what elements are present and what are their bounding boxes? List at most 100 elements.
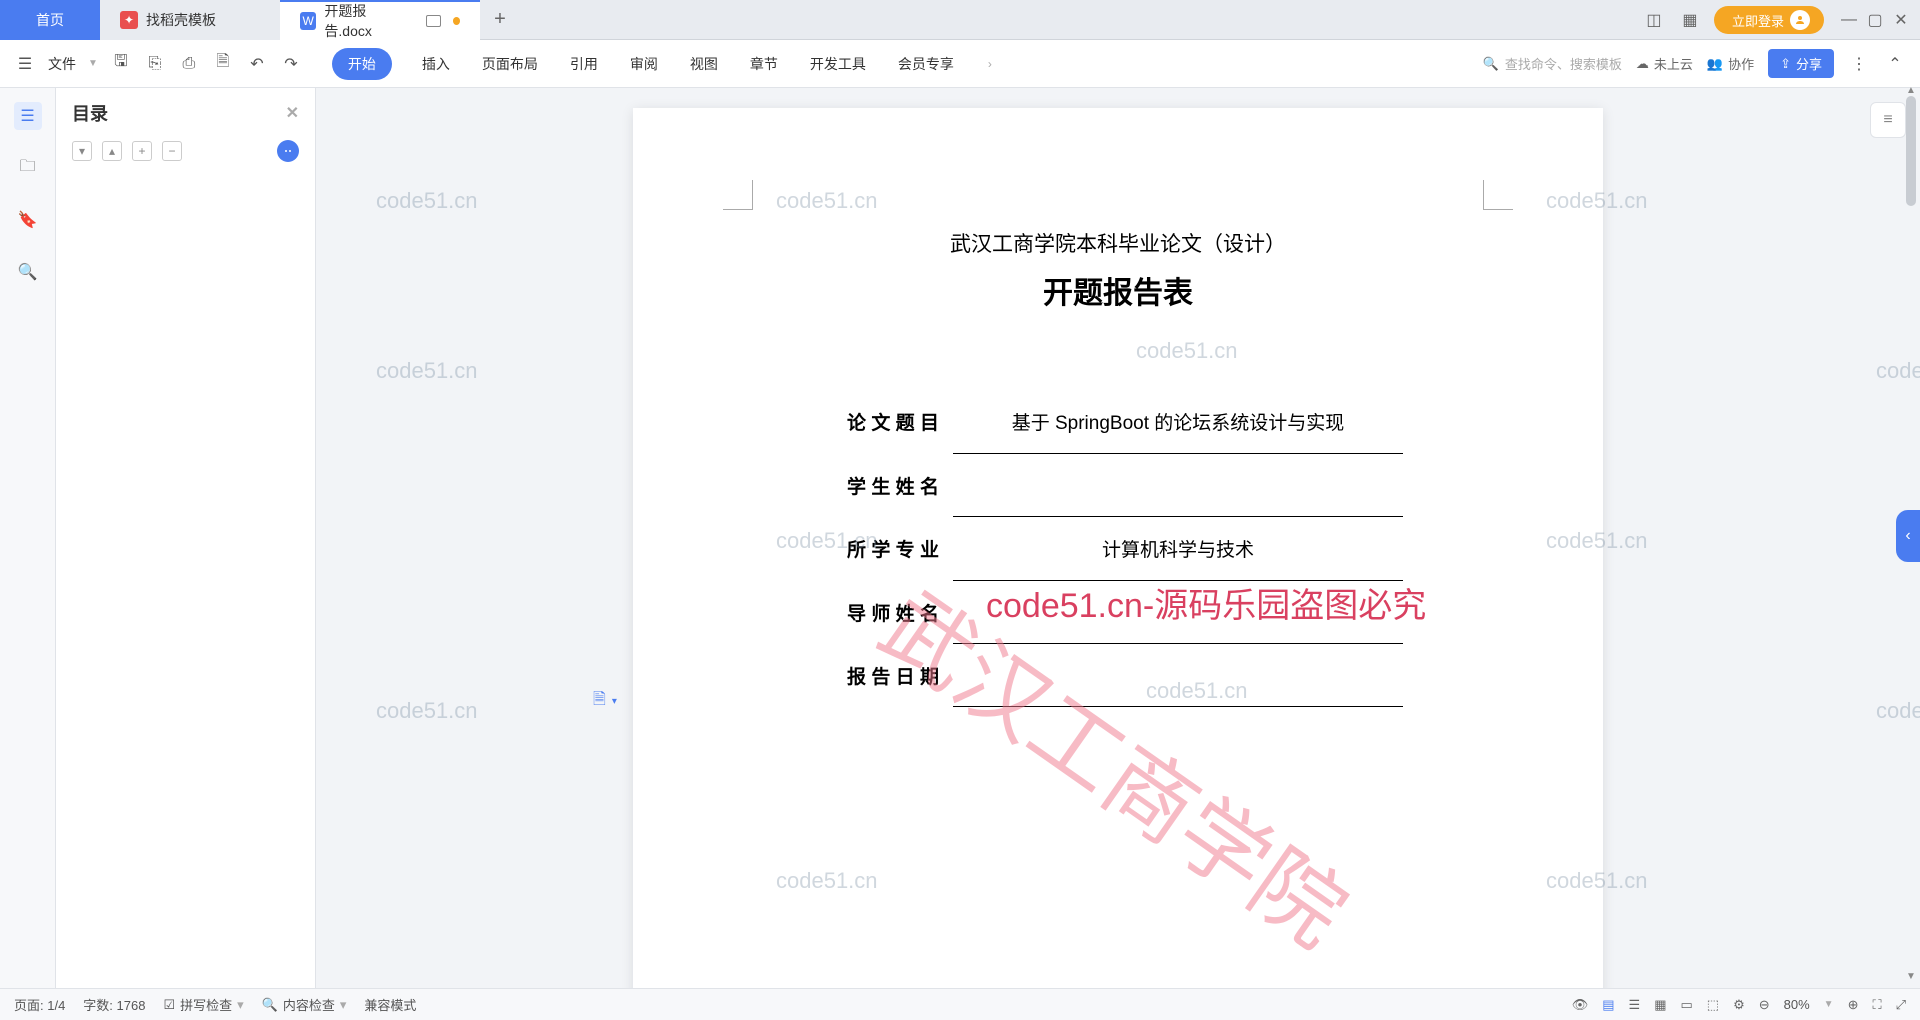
collab-button[interactable]: 👥协作 bbox=[1707, 54, 1754, 73]
fullscreen-icon[interactable]: ⤢ bbox=[1896, 997, 1906, 1013]
minimize-button[interactable]: — bbox=[1838, 9, 1860, 31]
fit-page-icon[interactable]: ⛶ bbox=[1872, 997, 1881, 1013]
document-page[interactable]: 武汉工商学院本科毕业论文（设计） 开题报告表 论文题目基于 SpringBoot… bbox=[633, 108, 1603, 988]
compat-mode[interactable]: 兼容模式 bbox=[364, 995, 416, 1014]
table-row: 论文题目基于 SpringBoot 的论坛系统设计与实现 bbox=[833, 390, 1403, 454]
cloud-icon: ☁ bbox=[1636, 56, 1649, 72]
page-view-icon[interactable]: ▤ bbox=[1602, 997, 1614, 1013]
bookmark-icon[interactable]: 🔖 bbox=[14, 206, 42, 234]
tab-templates[interactable]: ✦ 找稻壳模板 bbox=[100, 0, 280, 40]
eye-icon[interactable]: 👁 bbox=[1572, 997, 1589, 1013]
ribbon-tab-chapter[interactable]: 章节 bbox=[748, 48, 780, 80]
login-button[interactable]: 立即登录 bbox=[1714, 6, 1824, 34]
remove-heading-button[interactable]: − bbox=[162, 141, 182, 161]
zoom-in-button[interactable]: ⊕ bbox=[1848, 997, 1859, 1013]
new-icon[interactable]: ⎘ bbox=[144, 53, 166, 75]
maximize-button[interactable]: ▢ bbox=[1864, 9, 1886, 31]
field-label: 导师姓名 bbox=[833, 581, 953, 644]
doc-subtitle: 武汉工商学院本科毕业论文（设计） bbox=[723, 228, 1513, 258]
outline-icon[interactable]: ☰ bbox=[14, 102, 42, 130]
spellcheck-icon: ☑ bbox=[163, 997, 175, 1013]
zoom-level[interactable]: 80% bbox=[1784, 997, 1810, 1012]
field-label: 学生姓名 bbox=[833, 454, 953, 517]
watermark: code51.cn bbox=[376, 698, 478, 724]
scroll-up-icon[interactable]: ▲ bbox=[1905, 84, 1917, 96]
ribbon-tab-layout[interactable]: 页面布局 bbox=[480, 48, 540, 80]
settings-icon[interactable]: ⚙ bbox=[1733, 997, 1745, 1013]
field-value[interactable] bbox=[953, 581, 1403, 644]
watermark: code51.cn bbox=[376, 188, 478, 214]
collapse-ribbon-icon[interactable]: ⌃ bbox=[1884, 53, 1906, 75]
menu-icon[interactable]: ☰ bbox=[14, 53, 36, 75]
ribbon-tab-reference[interactable]: 引用 bbox=[568, 48, 600, 80]
ribbon-tab-view[interactable]: 视图 bbox=[688, 48, 720, 80]
split-view-icon[interactable]: ◫ bbox=[1642, 8, 1666, 32]
tab-home[interactable]: 首页 bbox=[0, 0, 100, 40]
field-value[interactable] bbox=[953, 454, 1403, 517]
ribbon-tab-member[interactable]: 会员专享 bbox=[896, 48, 956, 80]
panel-close-button[interactable]: ✕ bbox=[286, 103, 299, 123]
panel-title: 目录 bbox=[72, 100, 108, 126]
ribbon-tab-review[interactable]: 审阅 bbox=[628, 48, 660, 80]
chevron-down-icon: ▼ bbox=[88, 58, 98, 69]
close-button[interactable]: ✕ bbox=[1890, 9, 1912, 31]
add-heading-button[interactable]: + bbox=[132, 141, 152, 161]
undo-button[interactable]: ↶ bbox=[246, 53, 268, 75]
search-placeholder: 查找命令、搜索模板 bbox=[1505, 54, 1622, 73]
more-icon[interactable]: ⋮ bbox=[1848, 53, 1870, 75]
table-row: 报告日期 bbox=[833, 644, 1403, 707]
left-rail: ☰ 🗀 🔖 🔍 bbox=[0, 88, 56, 988]
scroll-down-icon[interactable]: ▼ bbox=[1905, 970, 1917, 982]
vertical-scrollbar[interactable]: ▲ ▼ bbox=[1904, 88, 1918, 978]
ribbon-more-icon[interactable]: › bbox=[988, 57, 992, 71]
main-toolbar: ☰ 文件 ▼ 🖫 ⎘ ⎙ 🗎 ↶ ↷ 开始 插入 页面布局 引用 审阅 视图 章… bbox=[0, 40, 1920, 88]
redo-button[interactable]: ↷ bbox=[280, 53, 302, 75]
web-view-icon[interactable]: ▦ bbox=[1654, 997, 1666, 1013]
cloud-status[interactable]: ☁未上云 bbox=[1636, 54, 1693, 73]
collab-icon: 👥 bbox=[1707, 56, 1723, 72]
tab-add-button[interactable]: + bbox=[480, 0, 520, 40]
page-indicator[interactable]: 页面: 1/4 bbox=[14, 995, 65, 1014]
field-value[interactable]: 基于 SpringBoot 的论坛系统设计与实现 bbox=[953, 390, 1403, 454]
table-row: 所学专业计算机科学与技术 bbox=[833, 517, 1403, 581]
tab-document[interactable]: W 开题报告.docx bbox=[280, 0, 480, 40]
zoom-out-button[interactable]: ⊖ bbox=[1759, 997, 1770, 1013]
ribbon-tab-start[interactable]: 开始 bbox=[332, 48, 392, 80]
login-label: 立即登录 bbox=[1732, 11, 1784, 30]
floating-doc-icon[interactable]: 🗎 ▾ bbox=[593, 688, 617, 715]
folder-icon[interactable]: 🗀 bbox=[14, 154, 42, 182]
ribbon-tabs: 开始 插入 页面布局 引用 审阅 视图 章节 开发工具 会员专享 › bbox=[332, 48, 992, 80]
word-icon: W bbox=[300, 12, 316, 30]
field-value[interactable]: 计算机科学与技术 bbox=[953, 517, 1403, 581]
table-row: 导师姓名 bbox=[833, 581, 1403, 644]
collapse-all-button[interactable]: ▴ bbox=[102, 141, 122, 161]
layout-view-icon[interactable]: ▭ bbox=[1680, 997, 1692, 1013]
avatar-icon bbox=[1790, 10, 1810, 30]
outline-view-icon[interactable]: ☰ bbox=[1629, 997, 1641, 1013]
file-menu[interactable]: 文件 bbox=[48, 54, 76, 74]
scroll-thumb[interactable] bbox=[1906, 96, 1916, 206]
ribbon-tab-devtools[interactable]: 开发工具 bbox=[808, 48, 868, 80]
watermark: code51.cn bbox=[376, 358, 478, 384]
screen-icon bbox=[426, 15, 441, 27]
print-icon[interactable]: ⎙ bbox=[178, 53, 200, 75]
share-button[interactable]: ⇪分享 bbox=[1768, 49, 1834, 78]
field-value[interactable] bbox=[953, 644, 1403, 707]
ribbon-tab-insert[interactable]: 插入 bbox=[420, 48, 452, 80]
document-canvas[interactable]: 武汉工商学院本科毕业论文（设计） 开题报告表 论文题目基于 SpringBoot… bbox=[316, 88, 1920, 988]
expand-all-button[interactable]: ▾ bbox=[72, 141, 92, 161]
search-rail-icon[interactable]: 🔍 bbox=[14, 258, 42, 286]
comment-toggle-button[interactable]: ≡ bbox=[1870, 102, 1906, 138]
word-count[interactable]: 字数: 1768 bbox=[83, 995, 145, 1014]
assistant-icon[interactable] bbox=[277, 140, 299, 162]
spellcheck-toggle[interactable]: ☑拼写检查▾ bbox=[163, 995, 243, 1014]
save-icon[interactable]: 🖫 bbox=[110, 53, 132, 75]
apps-grid-icon[interactable]: ▦ bbox=[1678, 8, 1702, 32]
search-input[interactable]: 🔍 查找命令、搜索模板 bbox=[1483, 54, 1622, 73]
preview-icon[interactable]: 🗎 bbox=[212, 53, 234, 75]
workspace: ☰ 🗀 🔖 🔍 目录 ✕ ▾ ▴ + − 武汉工商学院本科毕业论文（设计） 开题… bbox=[0, 88, 1920, 988]
field-label: 论文题目 bbox=[833, 390, 953, 454]
read-view-icon[interactable]: ⬚ bbox=[1707, 997, 1719, 1013]
doc-title: 开题报告表 bbox=[723, 268, 1513, 312]
content-check-toggle[interactable]: 🔍内容检查▾ bbox=[262, 995, 347, 1014]
